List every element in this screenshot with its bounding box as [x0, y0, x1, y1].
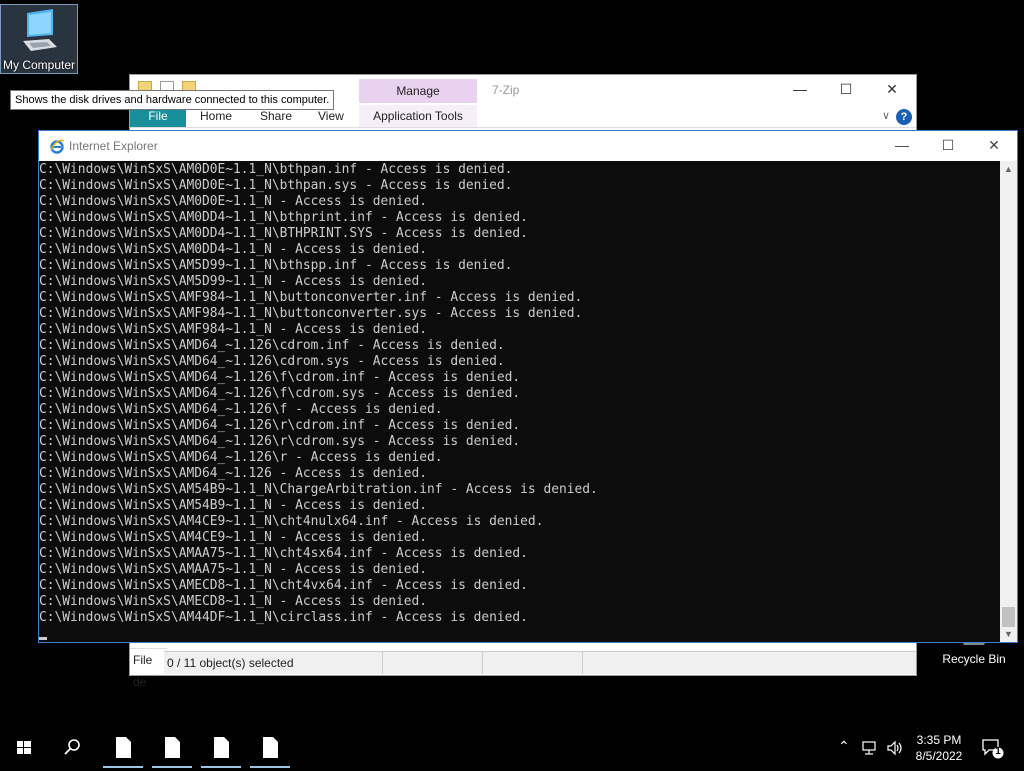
console-line: C:\Windows\WinSxS\AM54B9~1.1_N\ChargeArb…: [39, 482, 598, 497]
clock[interactable]: 3:35 PM 8/5/2022: [908, 732, 970, 764]
taskbar: ⌃ 3:35 PM 8/5/2022 1: [0, 728, 1024, 768]
close-button[interactable]: ✕: [882, 81, 902, 97]
status-bar: 0 / 11 object(s) selected: [164, 651, 916, 674]
status-selection: 0 / 11 object(s) selected: [164, 652, 383, 674]
chevron-down-icon[interactable]: ∨: [882, 109, 890, 122]
console-line: C:\Windows\WinSxS\AMD64_~1.126\cdrom.inf…: [39, 338, 505, 353]
vertical-scrollbar[interactable]: ▲ ▼: [1000, 161, 1017, 642]
window-title: Internet Explorer: [69, 139, 158, 153]
console-output[interactable]: C:\Windows\WinSxS\AM0D0E~1.1_N\bthpan.in…: [39, 161, 1000, 642]
console-line: C:\Windows\WinSxS\AM5D99~1.1_N\bthspp.in…: [39, 258, 513, 273]
taskbar-app-4[interactable]: [250, 728, 290, 768]
console-line: C:\Windows\WinSxS\AMD64_~1.126\f - Acces…: [39, 402, 443, 417]
console-line: C:\Windows\WinSxS\AM0DD4~1.1_N\bthprint.…: [39, 210, 528, 225]
show-hidden-icons-icon[interactable]: ⌃: [838, 738, 850, 755]
taskbar-app-3[interactable]: [201, 728, 241, 768]
console-line: C:\Windows\WinSxS\AMD64_~1.126\cdrom.sys…: [39, 354, 505, 369]
maximize-button[interactable]: ☐: [933, 137, 963, 155]
desktop-icon-label: My Computer: [2, 58, 76, 72]
window-title: 7-Zip: [492, 83, 520, 97]
console-line: C:\Windows\WinSxS\AMF984~1.1_N\buttoncon…: [39, 290, 583, 305]
clock-date: 8/5/2022: [915, 749, 963, 763]
console-line: C:\Windows\WinSxS\AM4CE9~1.1_N - Access …: [39, 530, 428, 545]
console-line: C:\Windows\WinSxS\AMD64_~1.126\r\cdrom.s…: [39, 434, 521, 449]
console-line: C:\Windows\WinSxS\AMD64_~1.126\r - Acces…: [39, 450, 443, 465]
start-button[interactable]: [0, 728, 48, 768]
scroll-up-icon[interactable]: ▲: [1000, 161, 1017, 177]
left-status-text: File de: [130, 648, 167, 689]
text-cursor: [39, 637, 47, 640]
console-line: C:\Windows\WinSxS\AM0DD4~1.1_N - Access …: [39, 242, 428, 257]
internet-explorer-icon: [50, 139, 65, 154]
volume-icon[interactable]: [886, 740, 904, 756]
computer-icon: [23, 9, 57, 51]
tooltip: Shows the disk drives and hardware conne…: [10, 90, 335, 110]
taskbar-app-1[interactable]: [103, 728, 143, 768]
console-line: C:\Windows\WinSxS\AMD64_~1.126\f\cdrom.s…: [39, 386, 521, 401]
search-button[interactable]: [48, 728, 96, 768]
file-icon: [263, 737, 278, 758]
taskbar-app-2[interactable]: [152, 728, 192, 768]
console-line: C:\Windows\WinSxS\AM5D99~1.1_N - Access …: [39, 274, 428, 289]
console-line: C:\Windows\WinSxS\AMD64_~1.126\f\cdrom.i…: [39, 370, 521, 385]
minimize-button[interactable]: —: [887, 137, 917, 155]
console-titlebar[interactable]: Internet Explorer — ☐ ✕: [39, 131, 1017, 161]
help-icon[interactable]: ?: [896, 109, 912, 125]
console-line: C:\Windows\WinSxS\AM54B9~1.1_N - Access …: [39, 498, 428, 513]
network-icon[interactable]: [862, 740, 880, 756]
windows-logo-icon: [17, 741, 31, 754]
console-line: C:\Windows\WinSxS\AM0D0E~1.1_N\bthpan.in…: [39, 162, 513, 177]
console-line: C:\Windows\WinSxS\AMECD8~1.1_N\cht4vx64.…: [39, 578, 528, 593]
console-line: C:\Windows\WinSxS\AMD64_~1.126\r\cdrom.i…: [39, 418, 521, 433]
notification-count: 1: [995, 746, 1001, 757]
console-line: C:\Windows\WinSxS\AM0DD4~1.1_N\BTHPRINT.…: [39, 226, 528, 241]
maximize-button[interactable]: ☐: [836, 81, 856, 97]
notifications-button[interactable]: 1: [980, 736, 1004, 760]
search-icon: [64, 739, 80, 755]
desktop-icon-my-computer[interactable]: My Computer: [0, 4, 78, 74]
close-button[interactable]: ✕: [979, 137, 1009, 155]
desktop-icon-label: Recycle Bin: [942, 652, 1006, 666]
status-cell: [383, 652, 483, 674]
console-line: C:\Windows\WinSxS\AMF984~1.1_N\buttoncon…: [39, 306, 583, 321]
console-line: C:\Windows\WinSxS\AMECD8~1.1_N - Access …: [39, 594, 428, 609]
console-line: C:\Windows\WinSxS\AMF984~1.1_N - Access …: [39, 322, 428, 337]
console-line: C:\Windows\WinSxS\AMD64_~1.126 - Access …: [39, 466, 428, 481]
minimize-button[interactable]: —: [790, 81, 810, 97]
console-line: C:\Windows\WinSxS\AM44DF~1.1_N\circlass.…: [39, 610, 528, 625]
file-icon: [214, 737, 229, 758]
console-line: C:\Windows\WinSxS\AMAA75~1.1_N - Access …: [39, 562, 428, 577]
clock-time: 3:35 PM: [916, 733, 962, 747]
scroll-down-icon[interactable]: ▼: [1000, 626, 1017, 642]
console-line: C:\Windows\WinSxS\AM0D0E~1.1_N\bthpan.sy…: [39, 178, 513, 193]
file-icon: [165, 737, 180, 758]
scrollbar-thumb[interactable]: [1002, 607, 1015, 627]
status-cell: [483, 652, 583, 674]
tab-application-tools[interactable]: Application Tools: [359, 105, 477, 127]
tab-manage[interactable]: Manage: [359, 79, 477, 103]
console-line: C:\Windows\WinSxS\AM4CE9~1.1_N\cht4nulx6…: [39, 514, 544, 529]
console-line: C:\Windows\WinSxS\AM0D0E~1.1_N - Access …: [39, 194, 428, 209]
file-icon: [116, 737, 131, 758]
console-window[interactable]: Internet Explorer — ☐ ✕ C:\Windows\WinSx…: [38, 130, 1018, 643]
console-line: C:\Windows\WinSxS\AMAA75~1.1_N\cht4sx64.…: [39, 546, 528, 561]
